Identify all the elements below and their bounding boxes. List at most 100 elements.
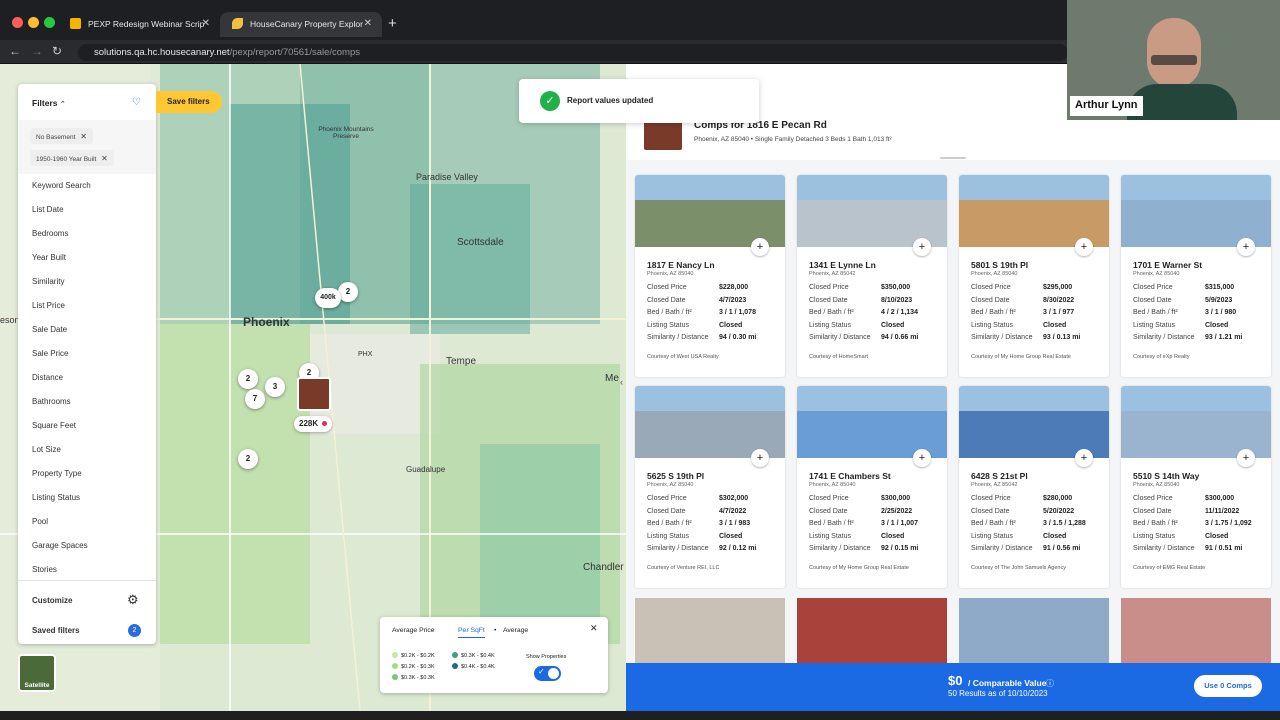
add-comp-icon[interactable]: + [1237, 238, 1255, 256]
comp-courtesy: Courtesy of EMG Real Estate [1133, 565, 1206, 571]
filter-item[interactable]: Sale Price [32, 349, 68, 358]
filter-item[interactable]: Sale Date [32, 325, 67, 334]
show-properties-toggle[interactable]: ✓ [534, 666, 561, 681]
field-label: Bed / Bath / ft² [1133, 309, 1178, 317]
customize-button[interactable]: Customize [32, 596, 72, 605]
comp-card[interactable]: +1741 E Chambers St Phoenix, AZ 85040 Clos… [797, 386, 947, 588]
use-comps-button[interactable]: Use 0 Comps [1194, 675, 1262, 697]
filters-header[interactable]: Filters ⌃ [32, 98, 66, 108]
comp-address: 6428 S 21st Pl [971, 471, 1028, 481]
filter-item[interactable]: Distance [32, 373, 63, 382]
add-comp-icon[interactable]: + [913, 449, 931, 467]
forward-icon[interactable]: → [31, 44, 43, 58]
comp-card[interactable]: +5801 S 19th Pl Phoenix, AZ 85040 Closed P… [959, 175, 1109, 377]
comp-card[interactable]: +5510 S 14th Way Phoenix, AZ 85040 Closed … [1121, 386, 1271, 588]
legend-tab-average[interactable]: Average [503, 627, 528, 634]
legend-tab-average-price[interactable]: Average Price [392, 627, 435, 634]
map-cluster[interactable]: 2 [338, 282, 358, 302]
map-cluster[interactable]: 2 [238, 369, 258, 389]
field-label: Similarity / Distance [1133, 545, 1195, 553]
filter-chip-year-built[interactable]: 1950-1960 Year Built ✕ [30, 150, 114, 166]
legend-range: $0.2K - $0.2K [392, 652, 435, 659]
filter-item[interactable]: Keyword Search [32, 181, 91, 190]
comp-card[interactable]: +1341 E Lynne Ln Phoenix, AZ 85042 Closed … [797, 175, 947, 377]
map-label-partial: eson [0, 315, 20, 325]
drag-handle[interactable] [940, 157, 966, 159]
field-value: 3 / 1 / 1,078 [719, 309, 756, 317]
filter-item[interactable]: Similarity [32, 277, 64, 286]
map-label-mesa: Me [605, 373, 619, 384]
new-tab-icon[interactable]: + [388, 15, 397, 32]
add-comp-icon[interactable]: + [1075, 449, 1093, 467]
add-comp-icon[interactable]: + [751, 238, 769, 256]
map-cluster[interactable]: 2 [238, 449, 258, 469]
legend-tab-per-sqft[interactable]: Per SqFt [458, 627, 485, 638]
filter-item[interactable]: Pool [32, 517, 48, 526]
close-tab-icon[interactable]: ✕ [202, 18, 210, 29]
map-cluster[interactable]: 400k [315, 288, 341, 308]
comp-address: 5510 S 14th Way [1133, 471, 1200, 481]
filter-item[interactable]: Lot Size [32, 445, 61, 454]
gear-icon[interactable]: ⚙ [127, 592, 139, 608]
heart-icon[interactable]: ♡ [132, 97, 141, 108]
add-comp-icon[interactable]: + [1237, 449, 1255, 467]
save-filters-button[interactable]: Save filters [156, 91, 222, 113]
subject-price: 228K [299, 419, 319, 428]
field-value: 4 / 2 / 1,134 [881, 309, 918, 317]
field-value: $350,000 [881, 284, 911, 291]
satellite-toggle[interactable]: Satellite [18, 654, 56, 692]
field-label: Bed / Bath / ft² [647, 520, 692, 528]
filter-item[interactable]: Listing Status [32, 493, 80, 502]
comp-card-partial[interactable] [797, 598, 947, 668]
comp-card[interactable]: +5625 S 19th Pl Phoenix, AZ 85040 Closed P… [635, 386, 785, 588]
participant-name: Arthur Lynn [1070, 96, 1143, 116]
url-input[interactable]: solutions.qa.hc.housecanary.net/pexp/rep… [78, 44, 1068, 61]
map-label-phoenix-mountains: Phoenix Mountains Preserve [318, 126, 374, 140]
field-value: 3 / 1 / 980 [1205, 309, 1237, 317]
reload-icon[interactable]: ↻ [52, 44, 62, 58]
map-cluster[interactable]: 3 [265, 377, 285, 397]
comp-card-partial[interactable] [635, 598, 785, 668]
filter-item[interactable]: List Price [32, 301, 65, 310]
close-window-button[interactable] [12, 17, 23, 28]
add-comp-icon[interactable]: + [751, 449, 769, 467]
saved-filters-button[interactable]: Saved filters [32, 626, 80, 635]
add-comp-icon[interactable]: + [1075, 238, 1093, 256]
filter-chip-no-basement[interactable]: No Basement ✕ [30, 128, 93, 144]
tab-property-explorer[interactable]: HouseCanary Property Explor ✕ [220, 12, 382, 37]
remove-chip-icon[interactable]: ✕ [101, 154, 108, 163]
back-icon[interactable]: ← [9, 44, 21, 58]
map-cluster[interactable]: 7 [245, 389, 265, 409]
filter-item[interactable]: Stories [32, 565, 57, 574]
minimize-window-button[interactable] [28, 17, 39, 28]
comp-courtesy: Courtesy of My Home Group Real Estate [809, 565, 909, 571]
filter-item[interactable]: Bedrooms [32, 229, 68, 238]
add-comp-icon[interactable]: + [913, 238, 931, 256]
field-label: Listing Status [647, 321, 690, 329]
comp-card[interactable]: +1817 E Nancy Ln Phoenix, AZ 85040 Closed … [635, 175, 785, 377]
close-legend-icon[interactable]: ✕ [590, 623, 598, 634]
close-tab-icon[interactable]: ✕ [364, 18, 372, 29]
field-label: Closed Price [971, 284, 1011, 291]
field-label: Closed Date [809, 507, 848, 515]
maximize-window-button[interactable] [44, 17, 55, 28]
subject-property-photo-marker[interactable] [297, 377, 331, 411]
collapse-panel-chevron-icon[interactable]: ‹ [620, 377, 623, 387]
filter-item[interactable]: Square Feet [32, 421, 76, 430]
comp-card-partial[interactable] [959, 598, 1109, 668]
field-value: $302,000 [719, 495, 749, 502]
comp-card[interactable]: +1701 E Warner St Phoenix, AZ 85040 Closed… [1121, 175, 1271, 377]
filter-item[interactable]: Property Type [32, 469, 82, 478]
comp-card[interactable]: +6428 S 21st Pl Phoenix, AZ 85042 Closed P… [959, 386, 1109, 588]
toggle-knob [548, 668, 559, 679]
tab-webinar-script[interactable]: PEXP Redesign Webinar Scrip ✕ [58, 12, 220, 37]
filter-item[interactable]: List Date [32, 205, 64, 214]
filter-item[interactable]: Garage Spaces [32, 541, 88, 550]
comp-card-partial[interactable] [1121, 598, 1271, 668]
subject-price-marker[interactable]: 228K [294, 416, 332, 432]
comp-city: Phoenix, AZ 85040 [1133, 482, 1180, 488]
info-icon[interactable]: ⓘ [1046, 678, 1054, 689]
filter-item[interactable]: Year Built [32, 253, 66, 262]
remove-chip-icon[interactable]: ✕ [80, 132, 87, 141]
filter-item[interactable]: Bathrooms [32, 397, 71, 406]
